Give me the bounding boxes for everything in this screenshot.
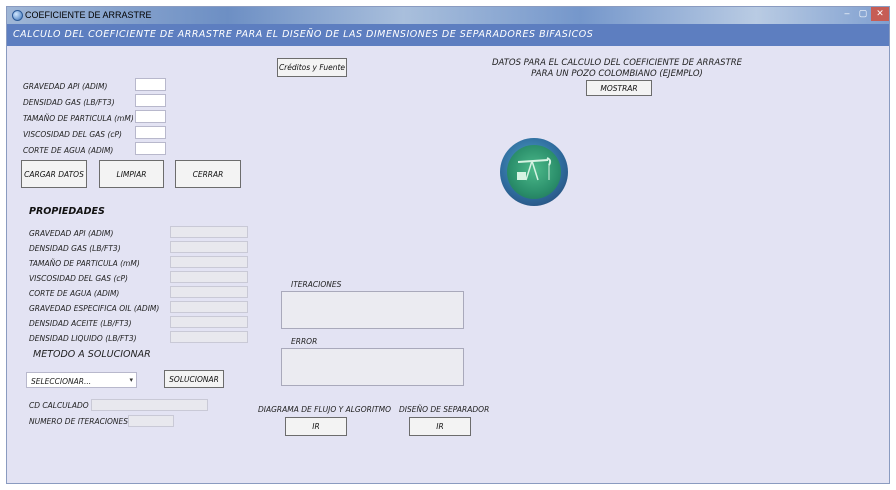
input-label-densidad-gas: DENSIDAD GAS (LB/FT3)	[23, 98, 115, 107]
prop-value-densidad-gas	[170, 241, 248, 253]
propiedades-heading: PROPIEDADES	[29, 206, 105, 217]
prop-value-corte-agua	[170, 286, 248, 298]
datos-ejemplo-line1: DATOS PARA EL CALCULO DEL COEFICIENTE DE…	[491, 58, 743, 68]
iteraciones-label: ITERACIONES	[291, 280, 342, 289]
title-bar: COEFICIENTE DE ARRASTRE – ▢ ✕	[7, 7, 889, 24]
prop-label-api: GRAVEDAD API (ADIM)	[29, 229, 114, 238]
prop-value-densidad-liquido	[170, 331, 248, 343]
input-tamano-particula[interactable]	[135, 110, 166, 123]
error-textarea[interactable]	[281, 348, 464, 386]
error-label: ERROR	[291, 337, 318, 346]
prop-value-gravedad-especifica-oil	[170, 301, 248, 313]
prop-label-densidad-aceite: DENSIDAD ACEITE (LB/FT3)	[29, 319, 132, 328]
prop-value-tamano-particula	[170, 256, 248, 268]
input-densidad-gas[interactable]	[135, 94, 166, 107]
iteraciones-textarea[interactable]	[281, 291, 464, 329]
numero-iteraciones-label: NUMERO DE ITERACIONES	[29, 417, 129, 426]
input-label-api: GRAVEDAD API (ADIM)	[23, 82, 108, 91]
metodo-heading: METODO A SOLUCIONAR	[33, 349, 151, 360]
diagrama-flujo-label: DIAGRAMA DE FLUJO Y ALGORITMO	[258, 405, 392, 414]
input-api[interactable]	[135, 78, 166, 91]
datos-ejemplo-title: DATOS PARA EL CALCULO DEL COEFICIENTE DE…	[462, 58, 772, 80]
metodo-selected-value: SELECCIONAR...	[31, 377, 92, 386]
diseno-separador-label: DISEÑO DE SEPARADOR	[399, 405, 490, 414]
mostrar-button[interactable]: MOSTRAR	[586, 80, 652, 96]
main-window: COEFICIENTE DE ARRASTRE – ▢ ✕ CALCULO DE…	[6, 6, 890, 484]
prop-value-api	[170, 226, 248, 238]
cargar-datos-button[interactable]: CARGAR DATOS	[21, 160, 87, 188]
input-label-corte-agua: CORTE DE AGUA (ADIM)	[23, 146, 114, 155]
prop-value-viscosidad-gas	[170, 271, 248, 283]
numero-iteraciones-value	[128, 415, 174, 427]
chevron-down-icon: ▾	[129, 376, 133, 384]
maximize-button[interactable]: ▢	[855, 7, 871, 21]
input-corte-agua[interactable]	[135, 142, 166, 155]
metodo-select[interactable]: SELECCIONAR... ▾	[26, 372, 137, 388]
minimize-button[interactable]: –	[839, 7, 855, 21]
close-window-button[interactable]: ✕	[871, 7, 889, 21]
prop-label-gravedad-especifica-oil: GRAVEDAD ESPECIFICA OIL (ADIM)	[29, 304, 160, 313]
ir-diagrama-button[interactable]: IR	[285, 417, 347, 436]
prop-label-densidad-gas: DENSIDAD GAS (LB/FT3)	[29, 244, 121, 253]
prop-label-viscosidad-gas: VISCOSIDAD DEL GAS (cP)	[29, 274, 128, 283]
creditos-button[interactable]: Créditos y Fuente	[277, 58, 347, 77]
prop-label-densidad-liquido: DENSIDAD LIQUIDO (LB/FT3)	[29, 334, 137, 343]
cerrar-button[interactable]: CERRAR	[175, 160, 241, 188]
prop-label-tamano-particula: TAMAÑO DE PARTICULA (mM)	[29, 259, 140, 268]
prop-label-corte-agua: CORTE DE AGUA (ADIM)	[29, 289, 120, 298]
cd-calculado-label: CD CALCULADO	[29, 401, 89, 410]
banner-title: CALCULO DEL COEFICIENTE DE ARRASTRE PARA…	[13, 29, 594, 40]
pumpjack-logo	[500, 138, 568, 206]
input-viscosidad-gas[interactable]	[135, 126, 166, 139]
prop-value-densidad-aceite	[170, 316, 248, 328]
window-title: COEFICIENTE DE ARRASTRE	[25, 10, 152, 20]
limpiar-button[interactable]: LIMPIAR	[99, 160, 164, 188]
ir-diseno-button[interactable]: IR	[409, 417, 471, 436]
app-icon	[12, 10, 23, 21]
input-label-viscosidad-gas: VISCOSIDAD DEL GAS (cP)	[23, 130, 122, 139]
solucionar-button[interactable]: SOLUCIONAR	[164, 370, 224, 388]
cd-calculado-value	[91, 399, 208, 411]
pumpjack-icon	[517, 157, 552, 181]
header-banner: CALCULO DEL COEFICIENTE DE ARRASTRE PARA…	[7, 24, 889, 46]
datos-ejemplo-line2: PARA UN POZO COLOMBIANO (EJEMPLO)	[531, 69, 703, 79]
input-label-tamano-particula: TAMAÑO DE PARTICULA (mM)	[23, 114, 134, 123]
